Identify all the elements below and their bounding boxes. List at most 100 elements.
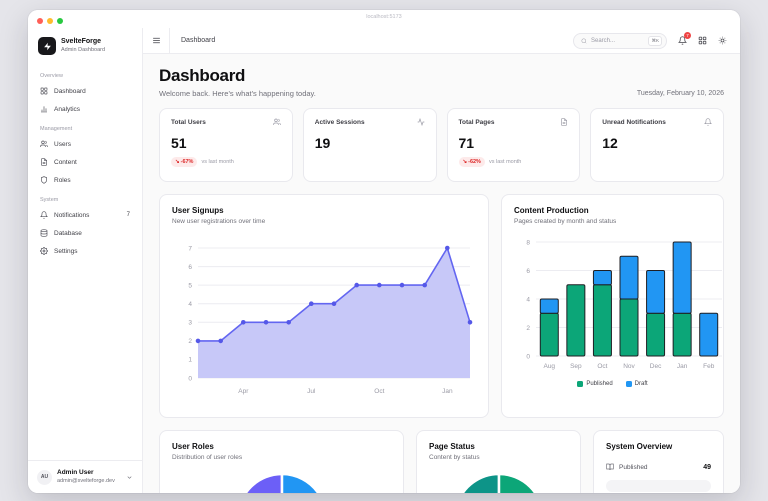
- user-roles-pie: [172, 470, 391, 493]
- svg-text:0: 0: [188, 375, 192, 382]
- svg-text:Jan: Jan: [677, 363, 688, 370]
- apps-grid-button[interactable]: [698, 36, 707, 45]
- sidebar-toggle-button[interactable]: [143, 28, 170, 53]
- page-status-pie: [429, 470, 568, 493]
- page-subtitle: Welcome back. Here's what's happening to…: [159, 89, 316, 98]
- topbar-actions: Search... ⌘K 7: [573, 33, 740, 49]
- svg-text:6: 6: [526, 268, 530, 275]
- search-shortcut-badge: ⌘K: [648, 36, 662, 46]
- window-title: localhost:5173: [28, 14, 740, 20]
- card-title: System Overview: [606, 442, 711, 451]
- sidebar-item-content[interactable]: Content: [36, 154, 134, 170]
- legend-item-published: Published: [577, 381, 612, 387]
- trend-down-icon: ↘: [463, 159, 468, 165]
- svg-text:Feb: Feb: [703, 363, 715, 370]
- chart-title: User Signups: [172, 206, 476, 215]
- grid-icon: [698, 36, 707, 45]
- svg-text:4: 4: [526, 296, 530, 303]
- stat-value: 12: [602, 135, 712, 151]
- notifications-button[interactable]: 7: [678, 36, 687, 45]
- svg-text:Jan: Jan: [442, 388, 453, 395]
- overview-label: Published: [619, 464, 648, 471]
- hamburger-icon: [152, 36, 161, 45]
- sidebar: SvelteForge Admin Dashboard Overview Das…: [28, 28, 143, 493]
- chart-subtitle: Pages created by month and status: [514, 218, 711, 225]
- svg-text:Dec: Dec: [650, 363, 662, 370]
- system-overview-card: System Overview Published 49: [593, 430, 724, 493]
- svg-text:1: 1: [188, 357, 192, 364]
- delta-note: vs last month: [201, 159, 233, 165]
- svg-text:Jul: Jul: [307, 388, 316, 395]
- user-email: admin@svelteforge.dev: [57, 478, 115, 485]
- sidebar-item-label: Notifications: [54, 212, 89, 219]
- svg-text:Apr: Apr: [238, 388, 249, 395]
- search-placeholder: Search...: [591, 38, 615, 44]
- bar-chart-icon: [40, 105, 48, 113]
- sidebar-item-label: Dashboard: [54, 88, 86, 95]
- nav-section-management: Management: [40, 126, 130, 132]
- bolt-icon: [43, 42, 52, 51]
- sidebar-item-database[interactable]: Database: [36, 225, 134, 241]
- content-production-card: Content Production Pages created by mont…: [501, 194, 724, 418]
- users-icon: [273, 118, 281, 126]
- svg-text:2: 2: [526, 325, 530, 332]
- browser-window: localhost:5173 SvelteForge Admin Dashboa…: [28, 10, 740, 493]
- main-area: Dashboard Search... ⌘K 7: [143, 28, 740, 493]
- charts-row: User Signups New user registrations over…: [159, 194, 724, 418]
- sidebar-item-notifications[interactable]: Notifications 7: [36, 207, 134, 223]
- stat-label: Total Pages: [459, 119, 495, 126]
- user-roles-card: User Roles Distribution of user roles: [159, 430, 404, 493]
- sidebar-item-users[interactable]: Users: [36, 136, 134, 152]
- avatar: AU: [37, 470, 52, 485]
- brand-name: SvelteForge: [61, 38, 105, 46]
- nav-section-overview: Overview: [40, 73, 130, 79]
- brand-logo: [38, 37, 56, 55]
- user-menu[interactable]: AU Admin User admin@svelteforge.dev: [28, 460, 142, 493]
- chart-subtitle: Distribution of user roles: [172, 454, 391, 461]
- chart-title: User Roles: [172, 442, 391, 451]
- user-signups-card: User Signups New user registrations over…: [159, 194, 489, 418]
- svg-text:2: 2: [188, 338, 192, 345]
- notifications-count-badge: 7: [127, 212, 130, 218]
- sun-icon: [718, 36, 727, 45]
- overview-row-published: Published 49: [606, 463, 711, 471]
- search-input[interactable]: Search... ⌘K: [573, 33, 667, 49]
- legend-label: Published: [586, 381, 612, 387]
- sidebar-item-label: Settings: [54, 248, 78, 255]
- user-signups-chart: 01234567AprJulOctJan: [172, 232, 476, 404]
- chevron-down-icon: [126, 474, 133, 481]
- svg-text:4: 4: [188, 301, 192, 308]
- svg-text:Aug: Aug: [543, 363, 555, 370]
- content-production-chart: 02468AugSepOctNovDecJanFeb: [514, 232, 711, 378]
- stat-card-unread-notifications: Unread Notifications 12: [590, 108, 724, 182]
- page-date: Tuesday, February 10, 2026: [637, 90, 724, 98]
- delta-note: vs last month: [489, 159, 521, 165]
- svg-text:Nov: Nov: [623, 363, 635, 370]
- svg-text:3: 3: [188, 320, 192, 327]
- page-content: Dashboard Welcome back. Here's what's ha…: [143, 54, 740, 493]
- sidebar-nav: Overview Dashboard Analytics Management …: [28, 62, 142, 460]
- brand: SvelteForge Admin Dashboard: [28, 28, 142, 62]
- chart-subtitle: New user registrations over time: [172, 218, 476, 225]
- legend-swatch: [577, 381, 583, 387]
- theme-toggle-button[interactable]: [718, 36, 727, 45]
- svg-text:0: 0: [526, 353, 530, 360]
- app-shell: SvelteForge Admin Dashboard Overview Das…: [28, 28, 740, 493]
- bottom-row: User Roles Distribution of user roles Pa…: [159, 430, 724, 493]
- sidebar-item-analytics[interactable]: Analytics: [36, 101, 134, 117]
- page-status-card: Page Status Content by status: [416, 430, 581, 493]
- svg-text:7: 7: [188, 245, 192, 252]
- sidebar-item-dashboard[interactable]: Dashboard: [36, 83, 134, 99]
- file-text-icon: [40, 158, 48, 166]
- svg-text:8: 8: [526, 239, 530, 246]
- overview-value: 49: [703, 464, 711, 471]
- sidebar-item-label: Database: [54, 230, 82, 237]
- overview-row-partial: [606, 480, 711, 492]
- delta-badge: ↘-67%: [171, 157, 197, 167]
- svg-text:Sep: Sep: [570, 363, 582, 370]
- book-icon: [606, 463, 614, 471]
- sidebar-item-settings[interactable]: Settings: [36, 243, 134, 259]
- sidebar-item-roles[interactable]: Roles: [36, 172, 134, 188]
- page-title: Dashboard: [159, 66, 316, 86]
- sidebar-item-label: Roles: [54, 177, 71, 184]
